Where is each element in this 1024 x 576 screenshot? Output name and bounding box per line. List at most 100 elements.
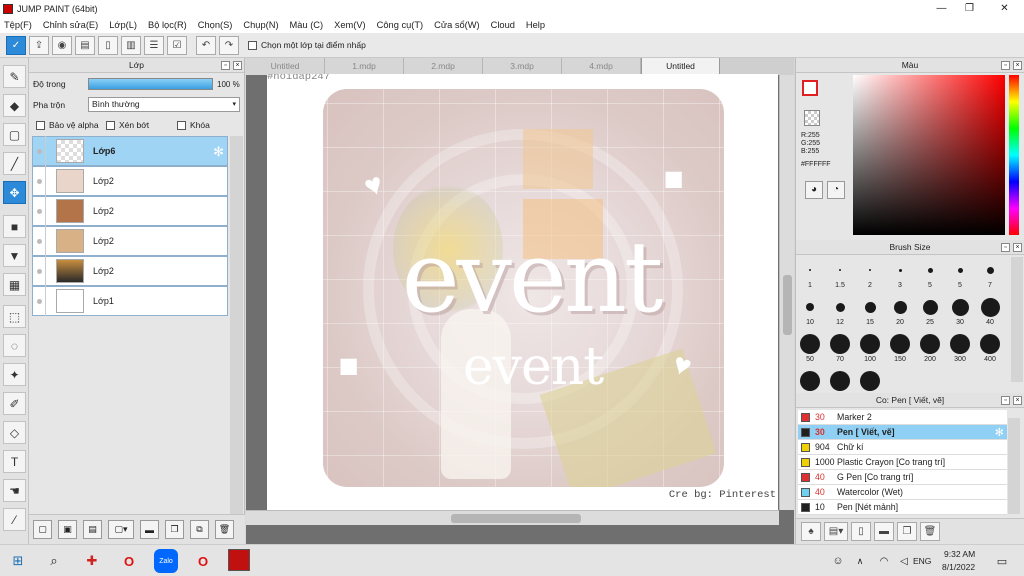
layer-row[interactable]: Lớp2	[32, 196, 228, 226]
main-color-swatch[interactable]	[802, 80, 818, 96]
layer-row[interactable]: Lớp6 ✻	[32, 136, 228, 166]
trash-icon[interactable]: 🗑	[920, 522, 940, 541]
visibility-icon[interactable]	[33, 166, 46, 196]
tab-4-mdp[interactable]: 4.mdp	[562, 58, 641, 75]
brush-size-dot[interactable]	[864, 301, 876, 313]
visibility-icon[interactable]	[33, 136, 46, 166]
panel-float-icon[interactable]: ▫	[221, 61, 230, 70]
panel-close-icon[interactable]: ×	[1013, 243, 1022, 252]
palette-icon[interactable]: ◕	[805, 181, 823, 199]
tab-untitled-active[interactable]: Untitled	[641, 58, 720, 75]
tab-3-mdp[interactable]: 3.mdp	[483, 58, 562, 75]
subtool-item[interactable]: 1000 Plastic Crayon [Co trang trí]	[798, 455, 1007, 470]
subtool-item[interactable]: 10 Pen [Nét mảnh]	[798, 500, 1007, 515]
new-layer-1bit-icon[interactable]: ▤	[83, 520, 102, 539]
page-icon[interactable]: ▯	[98, 35, 118, 55]
menu-filter[interactable]: Bộ lọc(R)	[148, 20, 187, 30]
canvas-paper[interactable]: #hoidap247 ♥ ◆ ◆ ♥ event event Cre bg: P…	[267, 74, 778, 510]
subtool-item[interactable]: 30 Marker 2	[798, 410, 1007, 425]
select-eraser-icon[interactable]: ◇	[3, 421, 26, 444]
clock-time[interactable]: 9:32 AM	[944, 549, 975, 559]
layer-row[interactable]: Lớp1	[32, 286, 228, 316]
windows-start-icon[interactable]: ⊞	[6, 549, 30, 573]
brush-size-dot[interactable]	[830, 334, 850, 354]
zalo-icon[interactable]: Zalo	[154, 549, 178, 573]
bucket-tool-icon[interactable]: ▼	[3, 244, 26, 267]
add-subtool-icon[interactable]: ▤▾	[824, 522, 848, 541]
panel-close-icon[interactable]: ×	[1013, 396, 1022, 405]
visibility-icon[interactable]	[33, 286, 46, 316]
close-button[interactable]: ✕	[988, 0, 1021, 17]
brush-size-dot[interactable]	[898, 268, 902, 272]
gear-icon[interactable]: ✻	[213, 144, 224, 160]
clock-date[interactable]: 8/1/2022	[942, 562, 975, 572]
menu-view[interactable]: Xem(V)	[334, 20, 366, 30]
palette-edit-icon[interactable]: ◔	[827, 181, 845, 199]
menu-cloud[interactable]: Cloud	[491, 20, 515, 30]
brush-size-dot[interactable]	[893, 300, 907, 314]
menu-capture[interactable]: Chụp(N)	[243, 20, 278, 30]
people-icon[interactable]: ☺	[826, 549, 850, 573]
menu-file[interactable]: Tệp(F)	[4, 20, 32, 30]
brush-size-dot[interactable]	[957, 267, 963, 273]
redo-icon[interactable]: ↷	[219, 35, 239, 55]
undo-icon[interactable]: ↶	[196, 35, 216, 55]
blend-mode-select[interactable]: Bình thường ▾	[88, 97, 240, 112]
tab-2-mdp[interactable]: 2.mdp	[404, 58, 483, 75]
folder-icon[interactable]: ▬	[140, 520, 159, 539]
saturation-value-picker[interactable]	[853, 75, 1005, 235]
brush-size-dot[interactable]	[860, 334, 880, 354]
tab-untitled-1[interactable]: Untitled	[246, 58, 325, 75]
brush-size-dot[interactable]	[950, 334, 970, 354]
merge-layer-icon[interactable]: ⧉	[190, 520, 209, 539]
brush-size-dot[interactable]	[986, 266, 994, 274]
eyedropper-tool-icon[interactable]: ⁄	[3, 508, 26, 531]
opacity-slider[interactable]	[88, 78, 213, 90]
subtool-item[interactable]: 30 Pen [ Viết, vẽ] ✻	[798, 425, 1007, 440]
language-indicator[interactable]: ENG	[913, 556, 931, 566]
text-tool-icon[interactable]: T	[3, 450, 26, 473]
shape-tool-icon[interactable]: ▢	[3, 123, 26, 146]
layer-row[interactable]: Lớp2	[32, 226, 228, 256]
panel-float-icon[interactable]: ▫	[1001, 396, 1010, 405]
clip-option[interactable]: Xén bớt	[106, 120, 149, 130]
subtool-scrollbar[interactable]	[1008, 418, 1020, 514]
brush-size-dot[interactable]	[806, 303, 814, 311]
check-icon[interactable]: ✓	[6, 35, 26, 55]
folder-icon[interactable]: ▬	[874, 522, 894, 541]
brush-size-dot[interactable]	[839, 269, 841, 271]
visibility-icon[interactable]	[33, 226, 46, 256]
select-layer-checkbox[interactable]	[248, 40, 257, 50]
layer-scrollbar[interactable]	[230, 136, 243, 516]
brush-size-dot[interactable]	[809, 269, 811, 271]
lasso-select-icon[interactable]: ◌	[3, 334, 26, 357]
menu-window[interactable]: Cửa sổ(W)	[434, 20, 479, 30]
brush-size-dot[interactable]	[920, 334, 940, 354]
app-store-icon[interactable]: ✚	[80, 549, 104, 573]
list-icon[interactable]: ☰	[144, 35, 164, 55]
checklist-icon[interactable]: ☑	[167, 35, 187, 55]
opera-icon[interactable]: O	[117, 549, 141, 573]
speech-bubble-icon[interactable]: ◉	[52, 35, 72, 55]
brush-size-dot[interactable]	[890, 334, 910, 354]
trash-icon[interactable]: 🗑	[215, 520, 234, 539]
brush-scrollbar[interactable]	[1011, 257, 1023, 382]
gear-icon[interactable]: ✻	[995, 426, 1004, 439]
lock-checkbox[interactable]	[177, 120, 186, 130]
horizontal-scrollbar[interactable]	[246, 510, 779, 525]
select-pen-icon[interactable]: ✐	[3, 392, 26, 415]
menu-layer[interactable]: Lớp(L)	[109, 20, 137, 30]
clip-checkbox[interactable]	[106, 120, 115, 130]
vertical-scrollbar[interactable]	[779, 75, 794, 510]
magic-wand-icon[interactable]: ✦	[3, 363, 26, 386]
duplicate-icon[interactable]: ❐	[897, 522, 917, 541]
menu-edit[interactable]: Chỉnh sửa(E)	[43, 20, 98, 30]
jump-paint-taskbar-icon[interactable]	[228, 549, 250, 571]
brush-size-dot[interactable]	[800, 371, 820, 391]
visibility-icon[interactable]	[33, 196, 46, 226]
menu-select[interactable]: Chọn(S)	[198, 20, 233, 30]
new-layer-8bit-icon[interactable]: ▣	[58, 520, 77, 539]
eraser-tool-icon[interactable]: ◆	[3, 94, 26, 117]
hue-slider[interactable]	[1009, 75, 1019, 235]
brush-size-dot[interactable]	[951, 298, 969, 316]
